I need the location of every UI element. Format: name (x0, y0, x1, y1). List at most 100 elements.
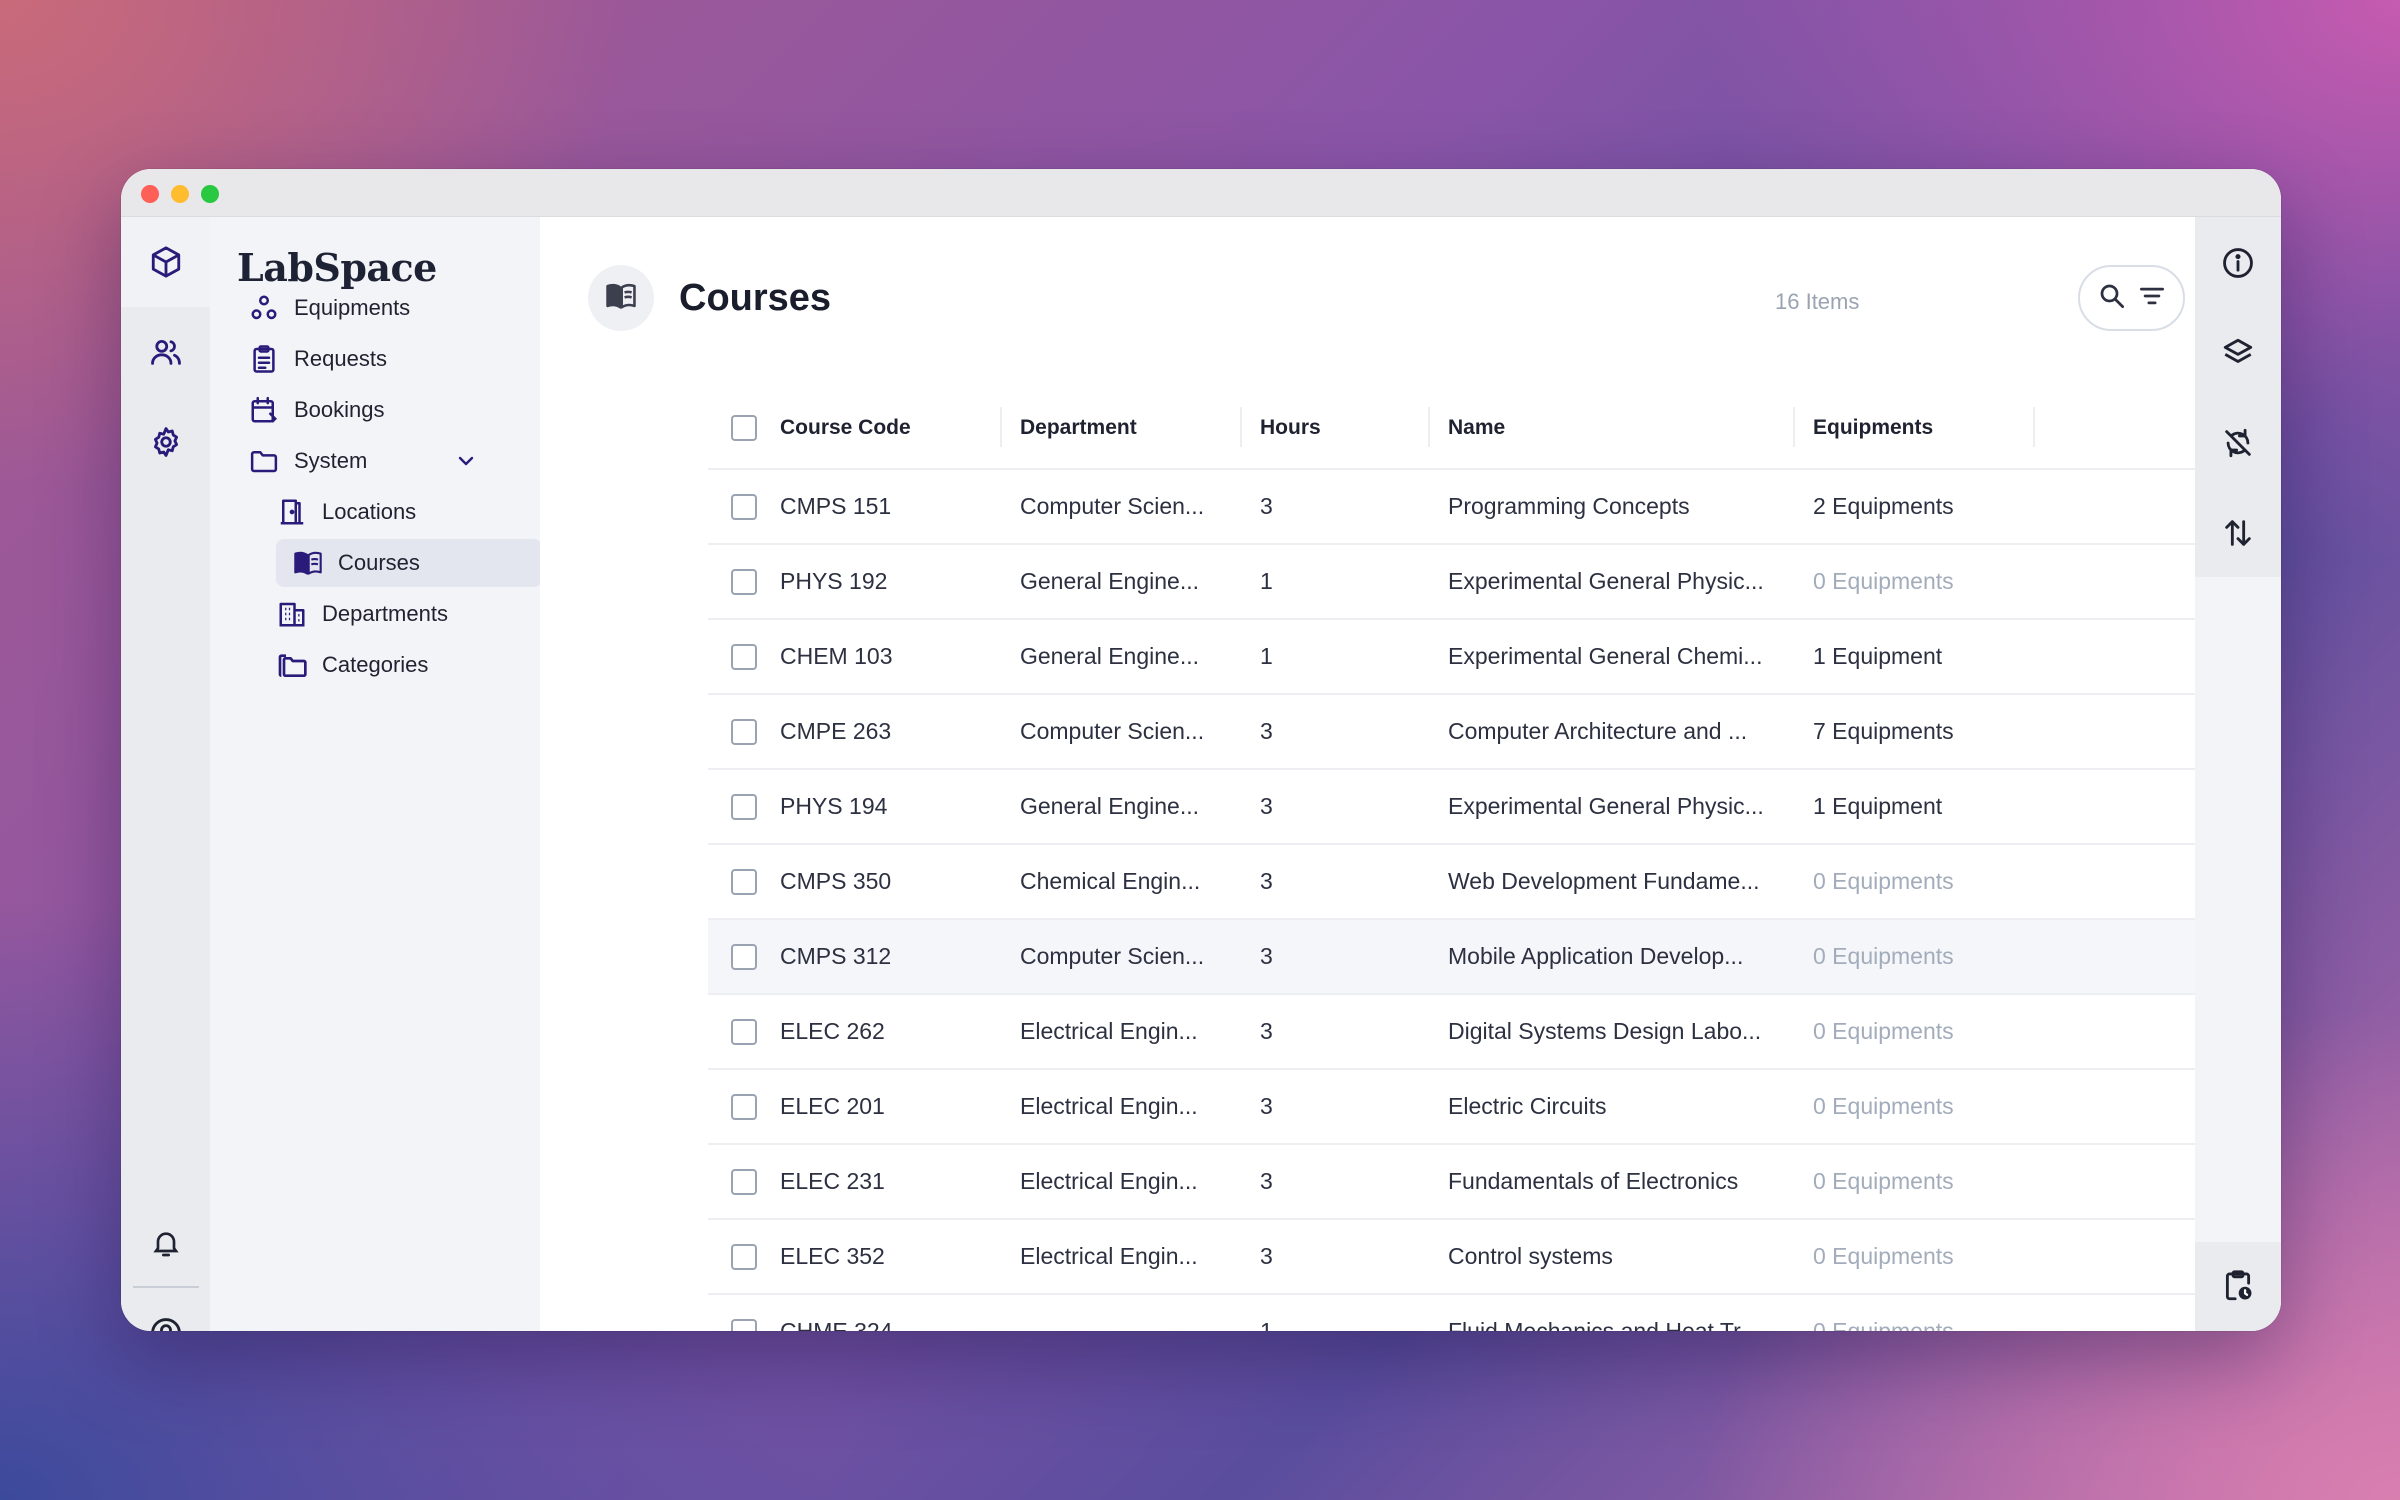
cell-department: Computer Scien... (1020, 943, 1205, 969)
table-row[interactable]: CMPS 312 Computer Scien... 3 Mobile Applica… (708, 920, 2195, 995)
column-header-hours[interactable]: Hours (1260, 385, 1321, 470)
row-checkbox[interactable] (731, 794, 757, 820)
info-icon[interactable] (2221, 246, 2255, 280)
column-header-department[interactable]: Department (1020, 385, 1137, 470)
folder-icon (248, 445, 280, 477)
cell-hours: 1 (1260, 568, 1273, 594)
cell-course-code: ELEC 201 (780, 1093, 885, 1119)
cell-course-code: CHEM 103 (780, 643, 893, 669)
select-all-checkbox[interactable] (731, 415, 757, 441)
search-icon[interactable] (2097, 281, 2127, 316)
sidebar-item-label: System (294, 448, 368, 473)
cell-course-code: CMPS 312 (780, 943, 892, 969)
main-content: Courses 16 Items Course Code Department … (540, 217, 2195, 1331)
column-header-equipments[interactable]: Equipments (1813, 385, 1933, 470)
sidebar-item-label: Bookings (294, 397, 385, 422)
cell-equipments: 2 Equipments (1813, 493, 1954, 519)
sidebar-item-bookings[interactable]: Bookings (248, 386, 518, 434)
table-row[interactable]: CMPE 263 Computer Scien... 3 Computer Archi… (708, 695, 2195, 770)
row-checkbox[interactable] (731, 1169, 757, 1195)
column-header-name[interactable]: Name (1448, 385, 1505, 470)
sidebar-item-courses[interactable]: Courses (276, 539, 542, 587)
app-window: LabSpace Equipments Requests Bookings Sy… (121, 169, 2281, 1331)
table-row[interactable]: ELEC 262 Electrical Engin... 3 Digital Syst… (708, 995, 2195, 1070)
row-checkbox[interactable] (731, 1319, 757, 1331)
sidebar-item-departments[interactable]: Departments (276, 590, 516, 638)
sidebar: LabSpace Equipments Requests Bookings Sy… (210, 217, 542, 1331)
chevron-down-icon[interactable] (454, 449, 478, 479)
cell-course-code: CMPE 263 (780, 718, 892, 744)
page-icon (588, 265, 654, 331)
close-window-button[interactable] (141, 185, 159, 203)
cell-name: Experimental General Physic... (1448, 568, 1764, 594)
row-checkbox[interactable] (731, 569, 757, 595)
sidebar-item-label: Departments (322, 601, 448, 626)
cell-hours: 3 (1260, 943, 1273, 969)
rail-divider (133, 1286, 199, 1288)
row-checkbox[interactable] (731, 944, 757, 970)
table-row[interactable]: CHEM 103 General Engine... 1 Experimental G… (708, 620, 2195, 695)
clipboard-clock-icon[interactable] (2221, 1269, 2255, 1303)
users-icon[interactable] (149, 335, 183, 369)
sync-off-icon[interactable] (2221, 426, 2255, 460)
row-checkbox[interactable] (731, 494, 757, 520)
cell-hours: 3 (1260, 1018, 1273, 1044)
book-icon (604, 279, 638, 318)
cell-equipments: 0 Equipments (1813, 1168, 1954, 1194)
row-checkbox[interactable] (731, 1244, 757, 1270)
sidebar-item-system[interactable]: System (248, 437, 518, 485)
minimize-window-button[interactable] (171, 185, 189, 203)
sidebar-item-label: Requests (294, 346, 387, 371)
table-row[interactable]: CMPS 350 Chemical Engin... 3 Web Developmen… (708, 845, 2195, 920)
cell-name: Digital Systems Design Labo... (1448, 1018, 1762, 1044)
door-icon (276, 496, 308, 528)
cell-department: Electrical Engin... (1020, 1168, 1198, 1194)
sidebar-item-requests[interactable]: Requests (248, 335, 518, 383)
gear-icon[interactable] (149, 425, 183, 459)
cell-hours: 3 (1260, 868, 1273, 894)
cell-equipments: 7 Equipments (1813, 718, 1954, 744)
cell-course-code: CMPS 151 (780, 493, 892, 519)
account-icon[interactable] (149, 1316, 183, 1331)
row-checkbox[interactable] (731, 1094, 757, 1120)
items-count: 16 Items (1775, 289, 1860, 314)
sidebar-item-categories[interactable]: Categories (276, 641, 516, 689)
page-title: Courses (679, 277, 832, 319)
cell-equipments: 0 Equipments (1813, 1093, 1954, 1119)
table-row[interactable]: ELEC 231 Electrical Engin... 3 Fundamentals… (708, 1145, 2195, 1220)
book-icon (292, 547, 324, 579)
column-header-course-code[interactable]: Course Code (780, 385, 911, 470)
right-toolbar (2195, 217, 2281, 1331)
row-checkbox[interactable] (731, 1019, 757, 1045)
table-row[interactable]: ELEC 352 Electrical Engin... 3 Control syst… (708, 1220, 2195, 1295)
column-divider (1000, 407, 1002, 447)
table-row[interactable]: PHYS 194 General Engine... 3 Experimental G… (708, 770, 2195, 845)
filter-icon[interactable] (2137, 281, 2167, 316)
sidebar-item-label: Categories (322, 652, 429, 677)
cube-icon[interactable] (149, 245, 183, 279)
table-body: CMPS 151 Computer Scien... 3 Programming Co… (708, 470, 2195, 1331)
row-checkbox[interactable] (731, 644, 757, 670)
cell-hours: 3 (1260, 1093, 1273, 1119)
sidebar-item-locations[interactable]: Locations (276, 488, 516, 536)
row-checkbox[interactable] (731, 719, 757, 745)
cell-equipments: 1 Equipment (1813, 643, 1943, 669)
cell-hours: 3 (1260, 1168, 1273, 1194)
cell-department: Electrical Engin... (1020, 1093, 1198, 1119)
sort-arrows-icon[interactable] (2221, 516, 2255, 550)
layers-icon[interactable] (2221, 336, 2255, 370)
cell-course-code: ELEC 352 (780, 1243, 885, 1269)
cell-equipments: 0 Equipments (1813, 943, 1954, 969)
maximize-window-button[interactable] (201, 185, 219, 203)
cell-name: Mobile Application Develop... (1448, 943, 1744, 969)
sidebar-item-equipments[interactable]: Equipments (248, 284, 518, 332)
cell-hours: 3 (1260, 493, 1273, 519)
table-row[interactable]: CMPS 151 Computer Scien... 3 Programming Co… (708, 470, 2195, 545)
row-checkbox[interactable] (731, 869, 757, 895)
table-row[interactable]: PHYS 192 General Engine... 1 Experimental G… (708, 545, 2195, 620)
table-row[interactable]: ELEC 201 Electrical Engin... 3 Electric Cir… (708, 1070, 2195, 1145)
cell-equipments: 0 Equipments (1813, 1018, 1954, 1044)
bell-icon[interactable] (149, 1226, 183, 1260)
cell-course-code: PHYS 192 (780, 568, 888, 594)
table-row[interactable]: CHME 324 -- 1 Fluid Mechanics and Heat Tr..… (708, 1295, 2195, 1331)
